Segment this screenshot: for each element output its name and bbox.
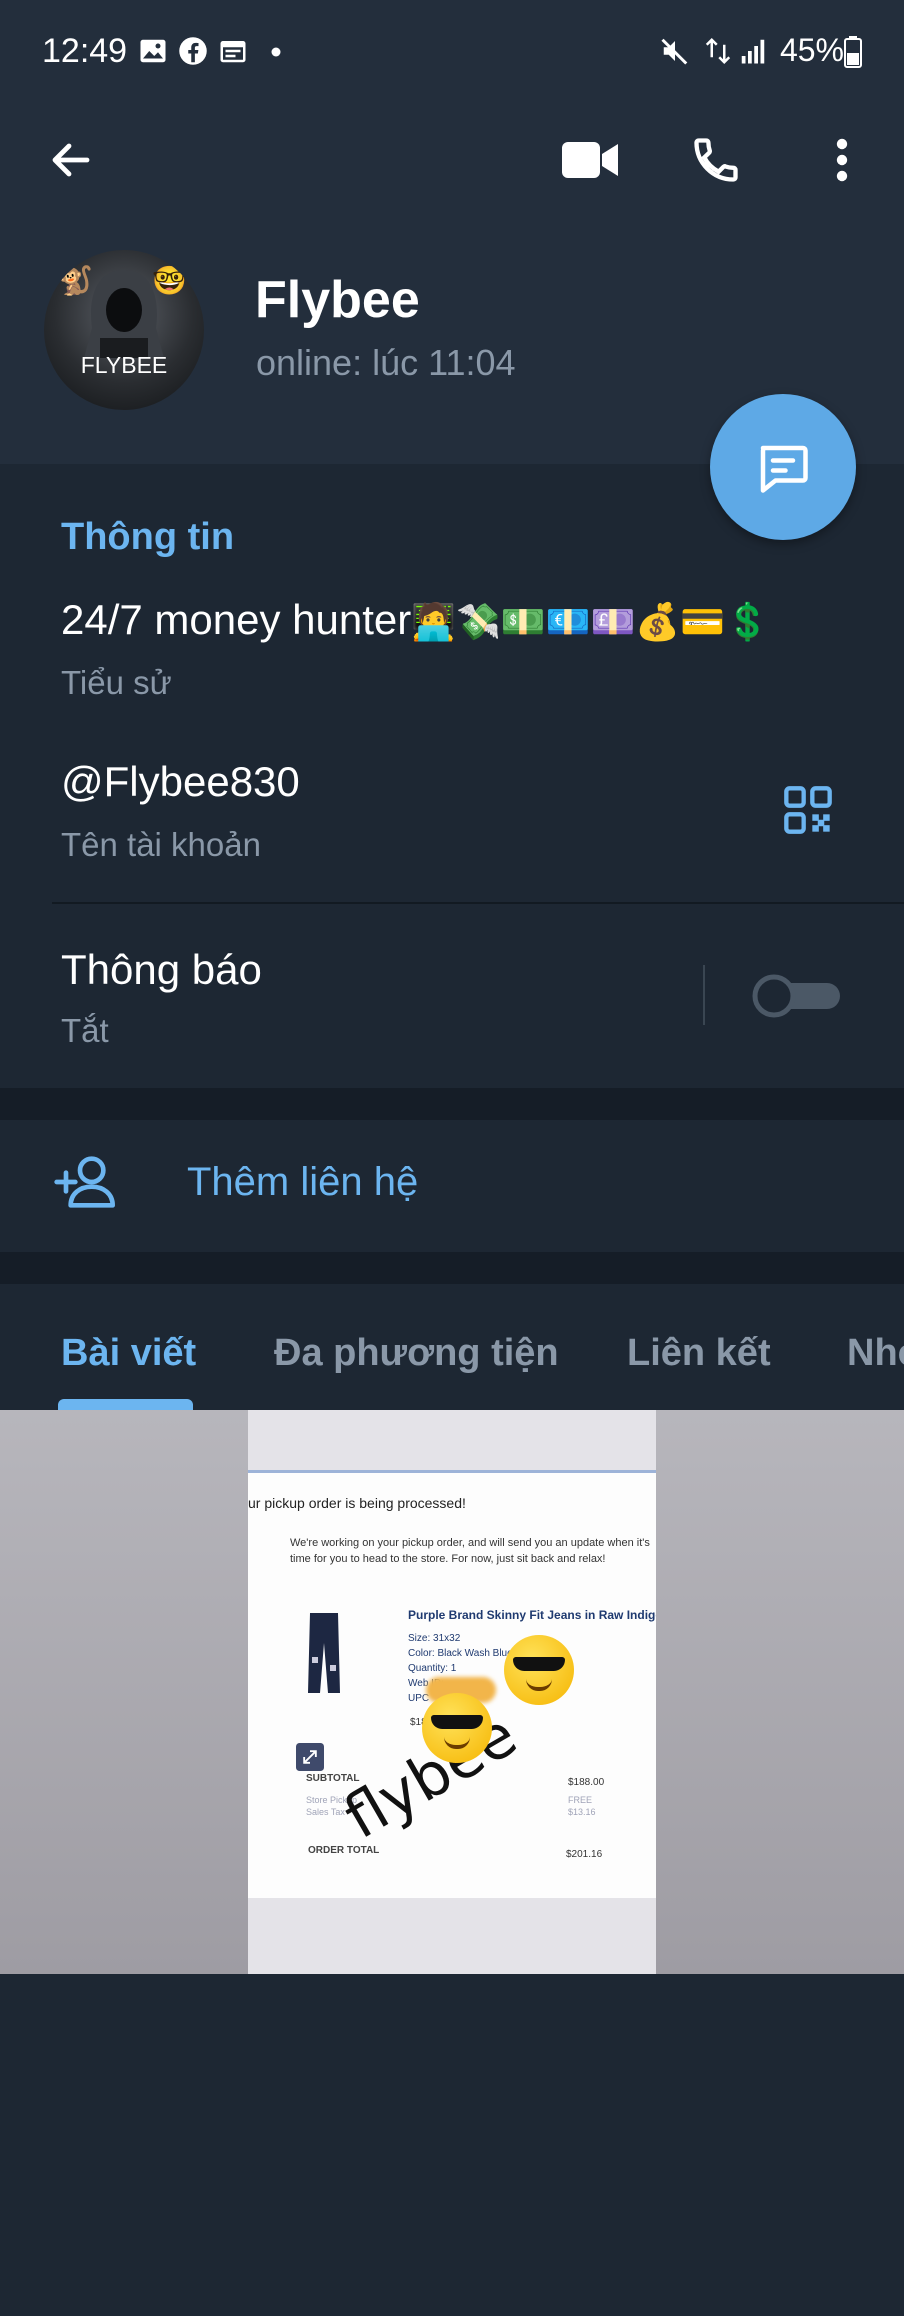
bio-row[interactable]: 24/7 money hunter🧑‍💻💸💵💶💷💰💳💲 xyxy=(61,596,770,644)
username-value[interactable]: @Flybee830 xyxy=(61,758,300,806)
avatar-emoji-right: 🤓 xyxy=(152,265,187,296)
status-bar: 12:49 45% xyxy=(0,0,904,108)
receipt-body: We're working on your pickup order, and … xyxy=(290,1537,650,1565)
media-tabs: Bài viết Đa phương tiện Liên kết Nhó xyxy=(0,1284,904,1410)
more-vert-icon[interactable] xyxy=(826,136,858,184)
expand-icon xyxy=(296,1743,324,1771)
username-label: Tên tài khoản xyxy=(61,826,261,863)
notifications-toggle[interactable] xyxy=(750,974,842,1018)
image-icon xyxy=(140,39,166,63)
status-time: 12:49 xyxy=(42,32,128,70)
dot-icon xyxy=(271,47,281,57)
profile-status: online: lúc 11:04 xyxy=(256,342,516,383)
receipt-image: ur pickup order is being processed! We'r… xyxy=(248,1470,656,1898)
video-call-icon[interactable] xyxy=(560,136,620,184)
section-gap xyxy=(0,1088,904,1120)
avatar-emoji-left: 🐒 xyxy=(58,265,93,296)
back-arrow-icon[interactable] xyxy=(44,136,98,184)
receipt-heading: ur pickup order is being processed! xyxy=(248,1495,466,1511)
add-person-icon xyxy=(54,1156,115,1208)
phone-icon[interactable] xyxy=(690,134,742,186)
section-gap xyxy=(0,1252,904,1284)
receipt-subtotal: $188.00 xyxy=(568,1777,605,1788)
receipt-free: FREE xyxy=(568,1795,593,1805)
toggle-separator xyxy=(703,965,705,1025)
info-section-title: Thông tin xyxy=(61,516,235,558)
avatar[interactable]: 🐒 🤓 FLYBEE xyxy=(44,250,204,410)
add-contact-label: Thêm liên hệ xyxy=(187,1160,419,1204)
receipt-order-total: $201.16 xyxy=(566,1849,603,1860)
data-arrows-icon xyxy=(705,37,731,65)
bio-emoji: 🧑‍💻💸💵💶💷💰💳💲 xyxy=(411,601,770,642)
notifications-value: Tắt xyxy=(61,1012,109,1049)
tab-indicator xyxy=(58,1399,193,1410)
receipt-quantity: Quantity: 1 xyxy=(408,1663,457,1674)
qr-code-icon[interactable] xyxy=(782,784,834,836)
receipt-tax: $13.16 xyxy=(568,1807,596,1817)
receipt-sales-tax: Sales Tax xyxy=(306,1807,345,1817)
receipt-size: Size: 31x32 xyxy=(408,1633,461,1644)
notifications-title[interactable]: Thông báo xyxy=(61,946,262,994)
profile-name: Flybee xyxy=(255,271,420,329)
mute-icon xyxy=(661,38,688,65)
bio-text: 24/7 money hunter xyxy=(61,596,412,643)
bio-label: Tiểu sử xyxy=(61,664,172,701)
receipt-color: Color: Black Wash Blue xyxy=(408,1648,513,1659)
divider xyxy=(52,902,904,904)
signal-icon xyxy=(741,39,765,64)
tab-groups[interactable]: Nhó xyxy=(847,1332,904,1375)
tab-media[interactable]: Đa phương tiện xyxy=(274,1332,559,1375)
message-icon xyxy=(760,445,808,493)
add-contact-row[interactable] xyxy=(0,1120,904,1252)
jeans-image xyxy=(308,1613,340,1693)
battery-percent: 45% xyxy=(779,32,844,68)
avatar-label: FLYBEE xyxy=(80,352,168,378)
receipt-product: Purple Brand Skinny Fit Jeans in Raw Ind… xyxy=(408,1608,656,1622)
sunglasses-emoji-icon xyxy=(504,1635,574,1705)
tab-posts[interactable]: Bài viết xyxy=(61,1332,196,1375)
battery-icon xyxy=(844,36,862,68)
facebook-icon xyxy=(179,37,207,65)
tab-links[interactable]: Liên kết xyxy=(627,1332,771,1375)
sunglasses-emoji-icon xyxy=(422,1693,492,1763)
calendar-icon xyxy=(220,41,246,63)
post-photo[interactable]: ur pickup order is being processed! We'r… xyxy=(248,1410,656,1974)
message-fab-button[interactable] xyxy=(710,394,856,540)
